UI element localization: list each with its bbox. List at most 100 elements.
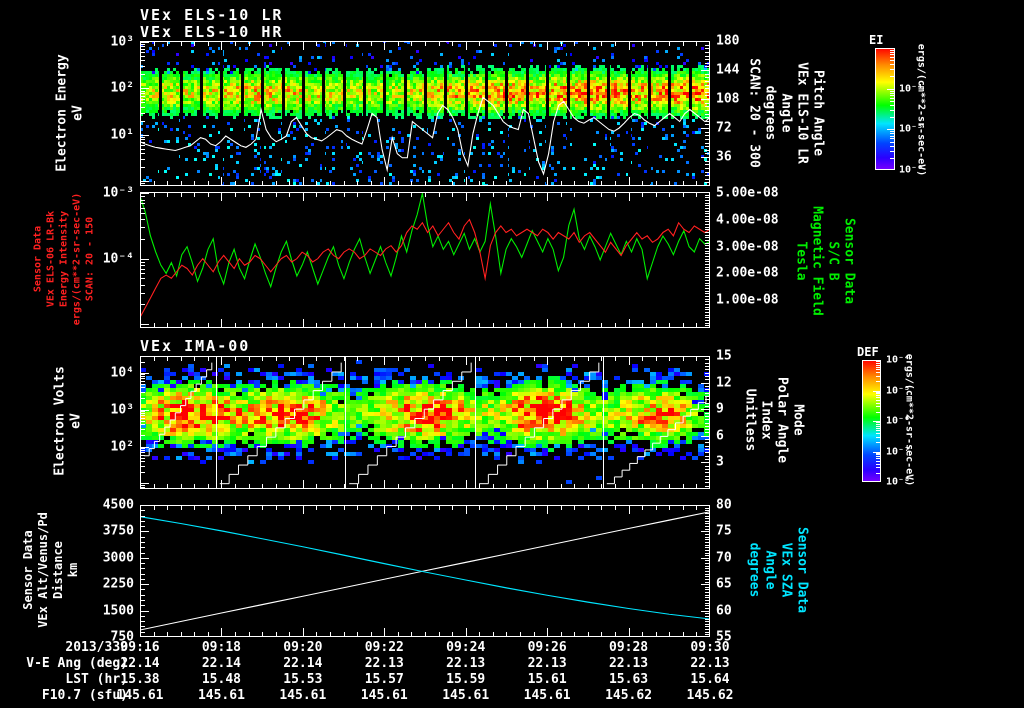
axis-label-p4_left-line0: Sensor Data xyxy=(21,530,35,610)
altitude-sza-canvas xyxy=(140,505,710,637)
axis-tick-label-p4_right: 80 xyxy=(716,497,732,513)
axis-tick-label-p4_left: 3750 xyxy=(102,523,134,539)
axis-tick-label-p2_right: 3.00e-08 xyxy=(716,239,779,255)
time-tick-label: 09:24 xyxy=(446,640,486,655)
table-value-cell: 15.61 xyxy=(527,672,567,687)
axis-label-p2_right-line2: S/C B xyxy=(825,241,841,281)
table-value-cell: 145.61 xyxy=(523,688,571,703)
axis-tick-label-p2_right: 1.00e-08 xyxy=(716,292,779,308)
axis-tick-label-p3_right: 3 xyxy=(716,454,724,470)
axis-label-p3_right-line1: Index xyxy=(758,400,774,440)
els-colorbar-units: ergs/(cm**2-sr-sec-eV) xyxy=(915,43,927,177)
axis-label-p2_left-line2: Energy Intensity xyxy=(58,210,70,308)
table-value-cell: 22.14 xyxy=(201,656,241,671)
axis-label-p1_right-line4: Pitch Angle xyxy=(810,69,826,157)
table-value-cell: 145.61 xyxy=(279,688,327,703)
table-value-cell: 22.13 xyxy=(527,656,567,671)
axis-tick-label-p2_left: 10⁻³ xyxy=(102,185,134,201)
axis-label-p4_right-line0: degrees xyxy=(746,542,762,598)
ima-colorbar xyxy=(862,360,881,482)
colorbar-tick-label: 10⁻⁸ xyxy=(886,476,911,488)
axis-label-p4_right-line3: Sensor Data xyxy=(794,526,810,614)
table-row-label: 2013/339 xyxy=(65,640,128,655)
ima-colorbar-title: DEF xyxy=(857,345,879,359)
axis-tick-label-p3_left: 10³ xyxy=(110,402,134,418)
axis-tick-label-p4_left: 1500 xyxy=(102,603,134,619)
axis-tick-label-p4_right: 75 xyxy=(716,523,732,539)
axis-tick-label-p3_right: 9 xyxy=(716,401,724,417)
panel1-title-line2: VEx ELS-10 HR xyxy=(140,23,284,41)
table-value-cell: 15.63 xyxy=(608,672,649,687)
axis-label-p3_left-line1: eV xyxy=(68,413,84,429)
axis-tick-label-p1_left: 10² xyxy=(110,80,134,96)
els-spectrogram-canvas xyxy=(140,41,710,186)
table-value-cell: 15.59 xyxy=(446,672,486,687)
table-value-cell: 145.62 xyxy=(605,688,653,703)
time-tick-label: 09:30 xyxy=(690,640,730,655)
axis-label-p4_left-line1: VEx Alt/Venus/Pd xyxy=(36,512,50,628)
colorbar-tick-label: 10⁻⁶ xyxy=(899,164,924,176)
axis-label-p1_right-line3: VEx ELS-10 LR xyxy=(794,62,810,164)
axis-label-p2_left-line0: Sensor Data xyxy=(32,225,44,293)
colorbar-tick-label: 10⁻⁶ xyxy=(886,415,911,427)
colorbar-tick-label: 10⁻⁴ xyxy=(899,83,924,95)
axis-tick-label-p4_right: 60 xyxy=(716,603,732,619)
axis-label-p1_right-line1: degrees xyxy=(762,85,778,141)
axis-tick-label-p1_right: 36 xyxy=(716,149,732,165)
els-colorbar xyxy=(875,48,895,170)
vex-quicklook-plot: VEx ELS-10 LR VEx ELS-10 HR VEx IMA-00 E… xyxy=(0,0,1024,708)
axis-tick-label-p2_left: 10⁻⁴ xyxy=(102,251,134,267)
axis-label-p3_right-line0: Unitless xyxy=(742,388,758,452)
axis-tick-label-p2_right: 4.00e-08 xyxy=(716,212,779,228)
axis-label-p4_left-line2: Distance xyxy=(51,541,65,599)
axis-label-p3_right-line2: Polar Angle xyxy=(774,376,790,464)
axis-label-p4_left-line3: km xyxy=(66,562,80,578)
intensity-bfield-canvas xyxy=(140,192,710,328)
axis-tick-label-p3_left: 10⁴ xyxy=(110,365,134,381)
colorbar-tick-label: 10⁻⁴ xyxy=(886,354,911,366)
axis-tick-label-p3_left: 10² xyxy=(110,439,134,454)
axis-tick-label-p1_right: 180 xyxy=(716,33,740,49)
els-colorbar-title: EI xyxy=(869,33,884,47)
table-value-cell: 22.13 xyxy=(608,656,649,671)
table-value-cell: 15.38 xyxy=(120,672,160,687)
axis-tick-label-p1_right: 144 xyxy=(716,62,740,78)
axis-label-p1_left-line0: Electron Energy xyxy=(54,54,70,172)
axis-tick-label-p4_left: 3000 xyxy=(102,550,134,566)
panel1-title-line1: VEx ELS-10 LR xyxy=(140,6,284,24)
axis-tick-label-p2_right: 2.00e-08 xyxy=(716,265,779,281)
axis-tick-label-p1_left: 10¹ xyxy=(110,127,134,143)
axis-label-p1_right-line2: Angle xyxy=(778,93,794,133)
axis-tick-label-p3_right: 15 xyxy=(716,348,732,364)
axis-tick-label-p2_right: 5.00e-08 xyxy=(716,185,779,201)
axis-label-p1_right-line0: SCAN: 20 - 300 xyxy=(746,58,762,168)
table-value-cell: 15.64 xyxy=(690,672,730,687)
time-tick-label: 09:26 xyxy=(527,640,567,655)
panel3-title: VEx IMA-00 xyxy=(140,337,251,355)
axis-tick-label-p1_left: 10³ xyxy=(110,34,134,50)
axis-label-p3_right-line3: Mode xyxy=(790,404,806,436)
table-value-cell: 145.61 xyxy=(442,688,490,703)
colorbar-tick-label: 10⁻⁵ xyxy=(886,385,911,396)
colorbar-tick-label: 10⁻⁷ xyxy=(886,446,911,457)
table-value-cell: 15.48 xyxy=(201,672,241,687)
axis-tick-label-p3_right: 12 xyxy=(716,375,732,391)
table-value-cell: 15.57 xyxy=(364,672,404,687)
table-value-cell: 145.62 xyxy=(686,688,734,703)
ima-spectrogram-canvas xyxy=(140,356,710,489)
time-tick-label: 09:20 xyxy=(283,640,323,655)
table-value-cell: 15.53 xyxy=(283,672,323,687)
table-value-cell: 22.13 xyxy=(690,656,730,671)
axis-label-p4_right-line1: Angle xyxy=(762,550,778,590)
colorbar-tick-label: 10⁻⁵ xyxy=(899,123,924,135)
axis-tick-label-p4_left: 4500 xyxy=(102,497,134,513)
axis-tick-label-p1_right: 72 xyxy=(716,120,732,136)
axis-label-p2_right-line0: Tesla xyxy=(793,241,809,281)
table-value-cell: 22.13 xyxy=(446,656,486,671)
table-value-cell: 145.61 xyxy=(116,688,164,703)
axis-tick-label-p1_right: 108 xyxy=(716,91,740,107)
axis-label-p1_left-line1: eV xyxy=(70,105,86,121)
table-value-cell: 22.13 xyxy=(364,656,404,671)
axis-label-p2_left-line1: VEx ELS-06 LR-Bk xyxy=(45,210,57,308)
axis-label-p2_right-line1: Magnetic Field xyxy=(809,206,825,316)
